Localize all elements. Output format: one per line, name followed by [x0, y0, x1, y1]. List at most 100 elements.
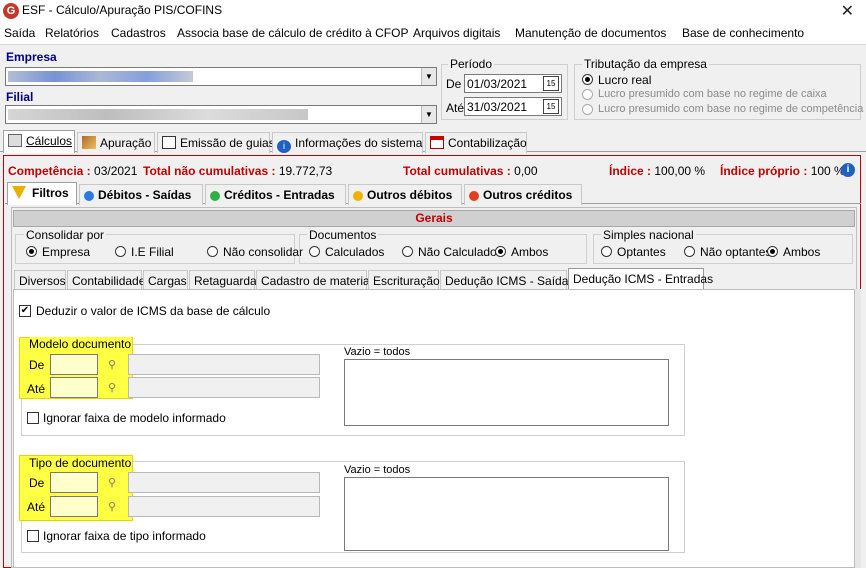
periodo-ate-value: 31/03/2021 — [467, 100, 528, 114]
tab-retaguarda[interactable]: Retaguarda — [189, 270, 257, 290]
close-icon[interactable]: ✕ — [841, 1, 854, 21]
vertical-scrollbar[interactable] — [855, 289, 861, 568]
menu-manutencao-documentos[interactable]: Manutenção de documentos — [515, 26, 666, 40]
ignorar-tipo-checkbox[interactable] — [27, 530, 39, 542]
consolidar-ie-filial-label: I.E Filial — [131, 245, 174, 259]
modelo-de-label: De — [29, 358, 45, 372]
radio-lucro-real[interactable] — [582, 74, 593, 85]
radio-consolidar-ie-filial[interactable] — [115, 246, 126, 257]
modelo-de-description — [128, 354, 320, 375]
tab-debitos-saidas[interactable]: Débitos - Saídas — [79, 184, 203, 205]
radio-lucro-presumido-caixa[interactable] — [582, 89, 593, 100]
funnel-icon — [12, 186, 26, 199]
menu-cadastros[interactable]: Cadastros — [111, 26, 166, 40]
competencia-status: Competência : 03/2021 — [8, 164, 138, 178]
app-icon: G — [3, 3, 19, 19]
nao-optantes-label: Não optantes — [700, 245, 772, 259]
menu-saida[interactable]: Saída — [4, 26, 35, 40]
consolidar-empresa-label: Empresa — [42, 245, 91, 259]
filial-value-redacted — [8, 109, 308, 120]
radio-docs-calculados[interactable] — [309, 246, 320, 257]
info-icon: i — [277, 140, 291, 153]
radio-docs-ambos[interactable] — [495, 246, 506, 257]
radio-optantes[interactable] — [601, 246, 612, 257]
periodo-de-input[interactable]: 01/03/2021 15 — [464, 74, 562, 93]
tab-deducao-icms-saidas[interactable]: Dedução ICMS - Saídas — [440, 270, 574, 290]
tab-informacoes-sistema[interactable]: i Informações do sistema — [272, 132, 423, 153]
tab-filtros[interactable]: Filtros — [7, 182, 77, 205]
docs-ambos-label: Ambos — [511, 245, 549, 259]
cumulativas-value: 0,00 — [514, 164, 538, 178]
nao-cumulativas-value: 19.772,73 — [278, 164, 333, 178]
tab-outros-creditos[interactable]: Outros créditos — [464, 184, 582, 205]
lucro-real-label: Lucro real — [598, 73, 652, 87]
info-icon[interactable]: i — [841, 163, 855, 177]
menu-relatorios[interactable]: Relatórios — [45, 26, 99, 40]
tab-emissao-guias[interactable]: Emissão de guias — [157, 132, 275, 153]
binoculars-icon[interactable]: ⚲ — [108, 476, 116, 489]
tab-calculos[interactable]: Cálculos — [3, 130, 75, 153]
docs-calculados-label: Calculados — [325, 245, 385, 259]
radio-consolidar-empresa[interactable] — [26, 246, 37, 257]
nao-consolidar-label: Não consolidar — [223, 245, 304, 259]
modelo-ate-input[interactable] — [50, 377, 98, 398]
tipo-ate-input[interactable] — [50, 496, 98, 517]
tab-contabilizacao[interactable]: Contabilização — [425, 132, 527, 153]
radio-simples-ambos[interactable] — [767, 246, 778, 257]
chevron-down-icon[interactable]: ▼ — [421, 106, 436, 123]
binoculars-icon[interactable]: ⚲ — [108, 381, 116, 394]
radio-nao-optantes[interactable] — [684, 246, 695, 257]
calendar-icon — [430, 136, 444, 149]
tab-deducao-icms-entradas[interactable]: Dedução ICMS - Entradas — [568, 268, 713, 290]
menu-associa-base[interactable]: Associa base de cálculo de crédito à CFO… — [177, 26, 408, 40]
periodo-title: Período — [448, 57, 495, 71]
tab-cargas[interactable]: Cargas — [143, 270, 188, 290]
competencia-value: 03/2021 — [94, 164, 138, 178]
indice-proprio-value: 100 % — [810, 164, 845, 178]
tab-cadastro-materiais[interactable]: Cadastro de materiais — [256, 270, 378, 290]
tab-creditos-entradas[interactable]: Créditos - Entradas — [205, 184, 346, 205]
menu-bar: Saída Relatórios Cadastros Associa base … — [0, 22, 866, 44]
indice-proprio-status: Índice próprio : 100 % — [720, 164, 845, 178]
binoculars-icon[interactable]: ⚲ — [108, 500, 116, 513]
tributacao-title: Tributação da empresa — [582, 57, 709, 71]
blue-dot-icon — [84, 191, 94, 201]
tab-apuracao[interactable]: Apuração — [77, 132, 155, 153]
indice-status: Índice : 100,00 % — [609, 164, 706, 178]
menu-arquivos-digitais[interactable]: Arquivos digitais — [413, 26, 500, 40]
ignorar-modelo-checkbox[interactable] — [27, 412, 39, 424]
chevron-down-icon[interactable]: ▼ — [421, 68, 436, 85]
tipo-de-input[interactable] — [50, 472, 98, 493]
tipo-memo[interactable] — [344, 477, 669, 551]
deduzir-checkbox[interactable]: ✔ — [19, 305, 31, 317]
periodo-ate-label: Até — [446, 101, 465, 115]
radio-docs-nao-calculados[interactable] — [402, 246, 413, 257]
ignorar-modelo-label: Ignorar faixa de modelo informado — [43, 411, 226, 425]
tab-escrituracao[interactable]: Escrituração — [368, 270, 440, 290]
tab-diversos[interactable]: Diversos — [14, 270, 66, 290]
modelo-memo[interactable] — [344, 359, 669, 426]
empresa-label: Empresa — [6, 50, 57, 64]
tab-outros-debitos[interactable]: Outros débitos — [348, 184, 462, 205]
menu-base-conhecimento[interactable]: Base de conhecimento — [682, 26, 804, 40]
tipo-de-label: De — [29, 476, 45, 490]
filial-select[interactable]: ▼ — [5, 105, 437, 124]
indice-value: 100,00 % — [654, 164, 706, 178]
tipo-title: Tipo de documento — [29, 456, 132, 470]
window-title: ESF - Cálculo/Apuração PIS/COFINS — [22, 3, 223, 17]
yellow-dot-icon — [353, 191, 363, 201]
simples-title: Simples nacional — [601, 228, 696, 242]
cumulativas-status: Total cumulativas : 0,00 — [403, 164, 538, 178]
simples-ambos-label: Ambos — [783, 245, 821, 259]
periodo-ate-input[interactable]: 31/03/2021 15 — [464, 97, 562, 116]
binoculars-icon[interactable]: ⚲ — [108, 358, 116, 371]
modelo-de-input[interactable] — [50, 354, 98, 375]
radio-lucro-presumido-competencia[interactable] — [582, 104, 593, 115]
calendar-icon[interactable]: 15 — [543, 76, 559, 91]
tab-contabilidade[interactable]: Contabilidade — [67, 270, 145, 290]
calendar-icon[interactable]: 15 — [543, 99, 559, 114]
consolidar-title: Consolidar por — [24, 228, 107, 242]
gerais-header: Gerais — [13, 210, 855, 227]
radio-nao-consolidar[interactable] — [207, 246, 218, 257]
empresa-select[interactable]: ▼ — [5, 67, 437, 86]
